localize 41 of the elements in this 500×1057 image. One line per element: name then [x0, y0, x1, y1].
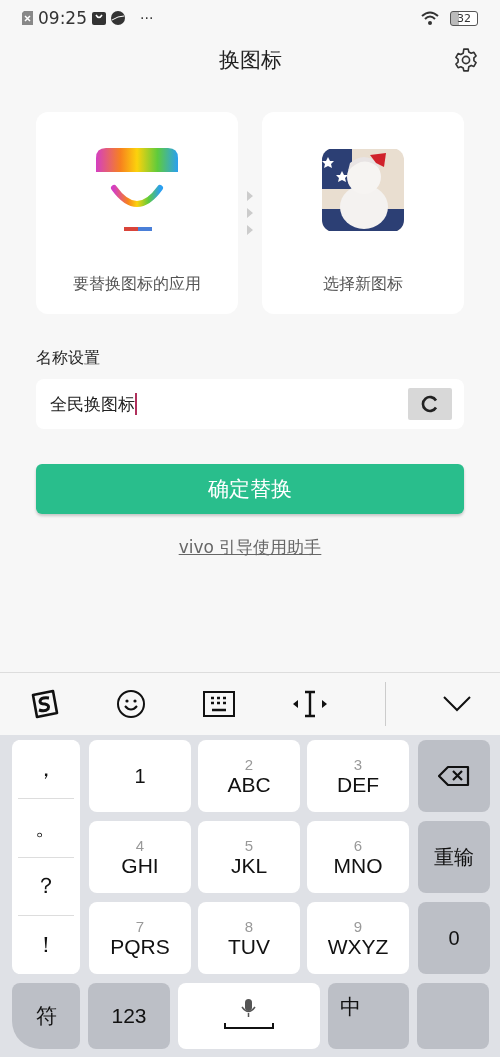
keyboard-key[interactable]: 中 — [328, 983, 409, 1049]
keyboard-key[interactable]: 3 DEF — [307, 740, 409, 812]
wifi-icon — [421, 11, 439, 25]
space-key[interactable] — [178, 983, 320, 1049]
backspace-icon — [438, 765, 470, 787]
clock: 09:25 — [38, 8, 87, 28]
cursor-move-icon[interactable] — [292, 689, 329, 719]
keyboard-key[interactable]: 4 GHI — [89, 821, 191, 893]
symbol-key[interactable]: ， — [18, 740, 74, 799]
bag-icon — [92, 11, 106, 25]
keyboard-key[interactable]: 0 — [418, 902, 490, 974]
keyboard-key[interactable]: 9 WXYZ — [307, 902, 409, 974]
backspace-key[interactable] — [418, 740, 490, 812]
page-title: 换图标 — [218, 47, 282, 74]
card-label: 要替换图标的应用 — [73, 274, 201, 295]
arrows-icon — [246, 191, 254, 235]
keyboard-key[interactable]: 1 — [89, 740, 191, 812]
refresh-icon — [421, 395, 439, 413]
planet-icon — [111, 11, 125, 25]
keyboard-key[interactable]: 6 MNO — [307, 821, 409, 893]
keyboard-icon[interactable] — [202, 691, 235, 717]
keyboard-key[interactable]: 符 — [12, 983, 80, 1049]
sim-icon — [22, 11, 33, 25]
keyboard-key[interactable]: 8 TUV — [198, 902, 300, 974]
keyboard-key[interactable]: 7 PQRS — [89, 902, 191, 974]
refresh-button[interactable] — [408, 388, 452, 420]
keyboard-key[interactable]: 重输 — [418, 821, 490, 893]
collapse-chevron-icon[interactable] — [443, 696, 472, 712]
card-label: 选择新图标 — [323, 274, 403, 295]
keyboard-key[interactable]: 123 — [88, 983, 170, 1049]
settings-icon[interactable] — [453, 47, 479, 73]
battery-indicator: 32 — [450, 10, 478, 26]
section-label: 名称设置 — [35, 347, 101, 369]
icon-card[interactable]: 选择新图标 — [262, 112, 464, 314]
helper-link[interactable]: vivo 引导使用助手 — [178, 536, 322, 559]
keyboard-key[interactable]: 2 ABC — [198, 740, 300, 812]
smile-logo-icon — [96, 148, 178, 232]
emoji-icon[interactable] — [115, 689, 146, 719]
overflow-dots: ··· — [140, 10, 154, 26]
icon-card[interactable]: 要替换图标的应用 — [36, 112, 238, 314]
keyboard-key[interactable]: 5 JKL — [198, 821, 300, 893]
